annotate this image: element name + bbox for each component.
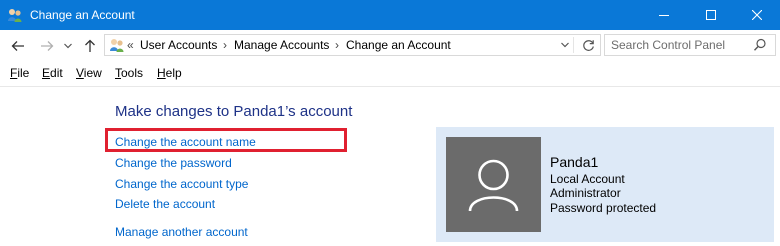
menu-divider (0, 86, 780, 87)
account-type: Local Account (550, 172, 625, 186)
refresh-button[interactable] (580, 37, 596, 53)
navigation-bar: « User Accounts › Manage Accounts › Chan… (0, 30, 780, 62)
search-icon[interactable] (753, 38, 767, 52)
menu-tools[interactable]: Tools (115, 66, 143, 80)
overflow-chevron[interactable]: « (127, 38, 134, 52)
menu-file[interactable]: File (10, 66, 29, 80)
account-password-status: Password protected (550, 201, 657, 215)
account-info-panel: Panda1 Local Account Administrator Passw… (436, 127, 774, 242)
up-button[interactable] (81, 37, 99, 55)
control-panel-window: Change an Account « User Accounts › Mana… (0, 0, 780, 246)
menu-edit[interactable]: Edit (42, 66, 63, 80)
address-history-button[interactable] (559, 39, 571, 51)
title-bar[interactable]: Change an Account (0, 0, 780, 30)
arrow-up-icon (85, 39, 95, 52)
back-button[interactable] (9, 37, 27, 55)
account-role: Administrator (550, 186, 621, 200)
search-box[interactable]: Search Control Panel (604, 34, 776, 56)
manage-another-account-link[interactable]: Manage another account (115, 225, 248, 239)
minimize-button[interactable] (641, 0, 687, 30)
address-bar[interactable]: « User Accounts › Manage Accounts › Chan… (104, 34, 601, 56)
breadcrumb-change-an-account[interactable]: Change an Account (346, 38, 451, 52)
avatar (446, 137, 541, 232)
maximize-button[interactable] (688, 0, 734, 30)
close-button[interactable] (734, 0, 780, 30)
window-title: Change an Account (30, 8, 135, 22)
close-icon (752, 10, 762, 20)
change-account-type-link[interactable]: Change the account type (115, 177, 248, 191)
menu-bar: File Edit View Tools Help (0, 62, 780, 84)
arrow-right-icon (41, 41, 54, 51)
delete-account-link[interactable]: Delete the account (115, 197, 215, 211)
maximize-icon (706, 10, 716, 20)
user-accounts-icon (7, 7, 23, 23)
chevron-down-icon (561, 42, 569, 48)
forward-button[interactable] (38, 37, 56, 55)
change-password-link[interactable]: Change the password (115, 156, 232, 170)
user-accounts-icon (109, 37, 125, 53)
address-divider (573, 37, 574, 53)
breadcrumb-separator[interactable]: › (223, 38, 227, 52)
user-icon (468, 159, 519, 212)
menu-view[interactable]: View (76, 66, 102, 80)
account-name: Panda1 (550, 154, 599, 170)
arrow-left-icon (11, 41, 24, 51)
breadcrumb-user-accounts[interactable]: User Accounts (140, 38, 217, 52)
breadcrumb-separator[interactable]: › (335, 38, 339, 52)
recent-locations-button[interactable] (62, 37, 74, 55)
refresh-icon (582, 39, 594, 51)
minimize-icon (659, 15, 669, 16)
chevron-down-icon (64, 43, 72, 49)
change-account-name-link[interactable]: Change the account name (115, 135, 256, 149)
search-placeholder[interactable]: Search Control Panel (611, 38, 725, 52)
menu-help[interactable]: Help (157, 66, 182, 80)
page-title: Make changes to Panda1’s account (115, 103, 353, 120)
breadcrumb-manage-accounts[interactable]: Manage Accounts (234, 38, 329, 52)
